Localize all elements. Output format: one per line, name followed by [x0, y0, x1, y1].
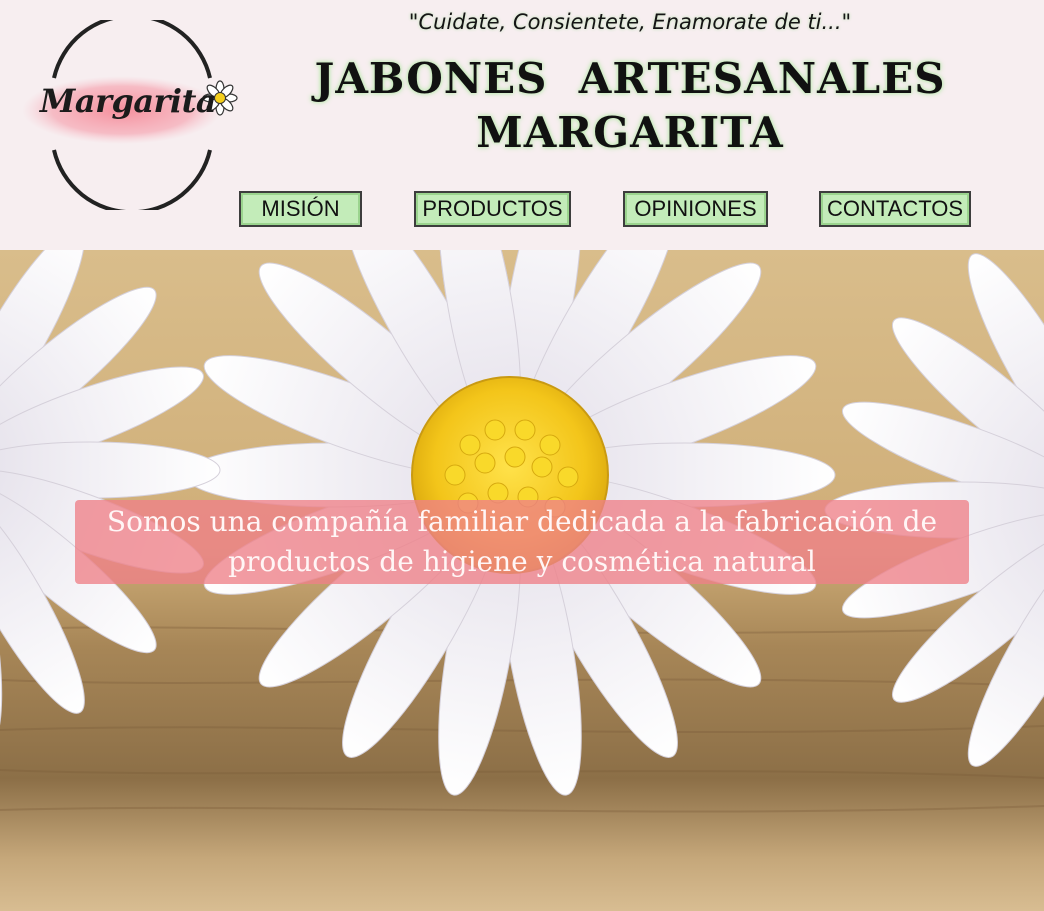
title-line-1: JABONES ARTESANALES: [314, 54, 946, 103]
logo[interactable]: Margarita: [22, 20, 242, 210]
nav-contactos-button[interactable]: CONTACTOS: [819, 191, 971, 227]
slogan: "Cuidate, Consientete, Enamorate de ti..…: [408, 10, 852, 34]
hero-section: Somos una compañía familiar dedicada a l…: [0, 250, 1044, 911]
site-header: Margarita "Cuidate, Consientete, Enamora…: [0, 0, 1044, 250]
nav-productos-button[interactable]: PRODUCTOS: [414, 191, 571, 227]
nav-mision-button[interactable]: MISIÓN: [239, 191, 362, 227]
logo-text: Margarita: [39, 82, 217, 120]
title-line-2: MARGARITA: [476, 108, 784, 157]
hero-banner: Somos una compañía familiar dedicada a l…: [75, 500, 969, 584]
page-title: JABONES ARTESANALES MARGARITA: [300, 52, 960, 160]
nav-opiniones-button[interactable]: OPINIONES: [623, 191, 768, 227]
